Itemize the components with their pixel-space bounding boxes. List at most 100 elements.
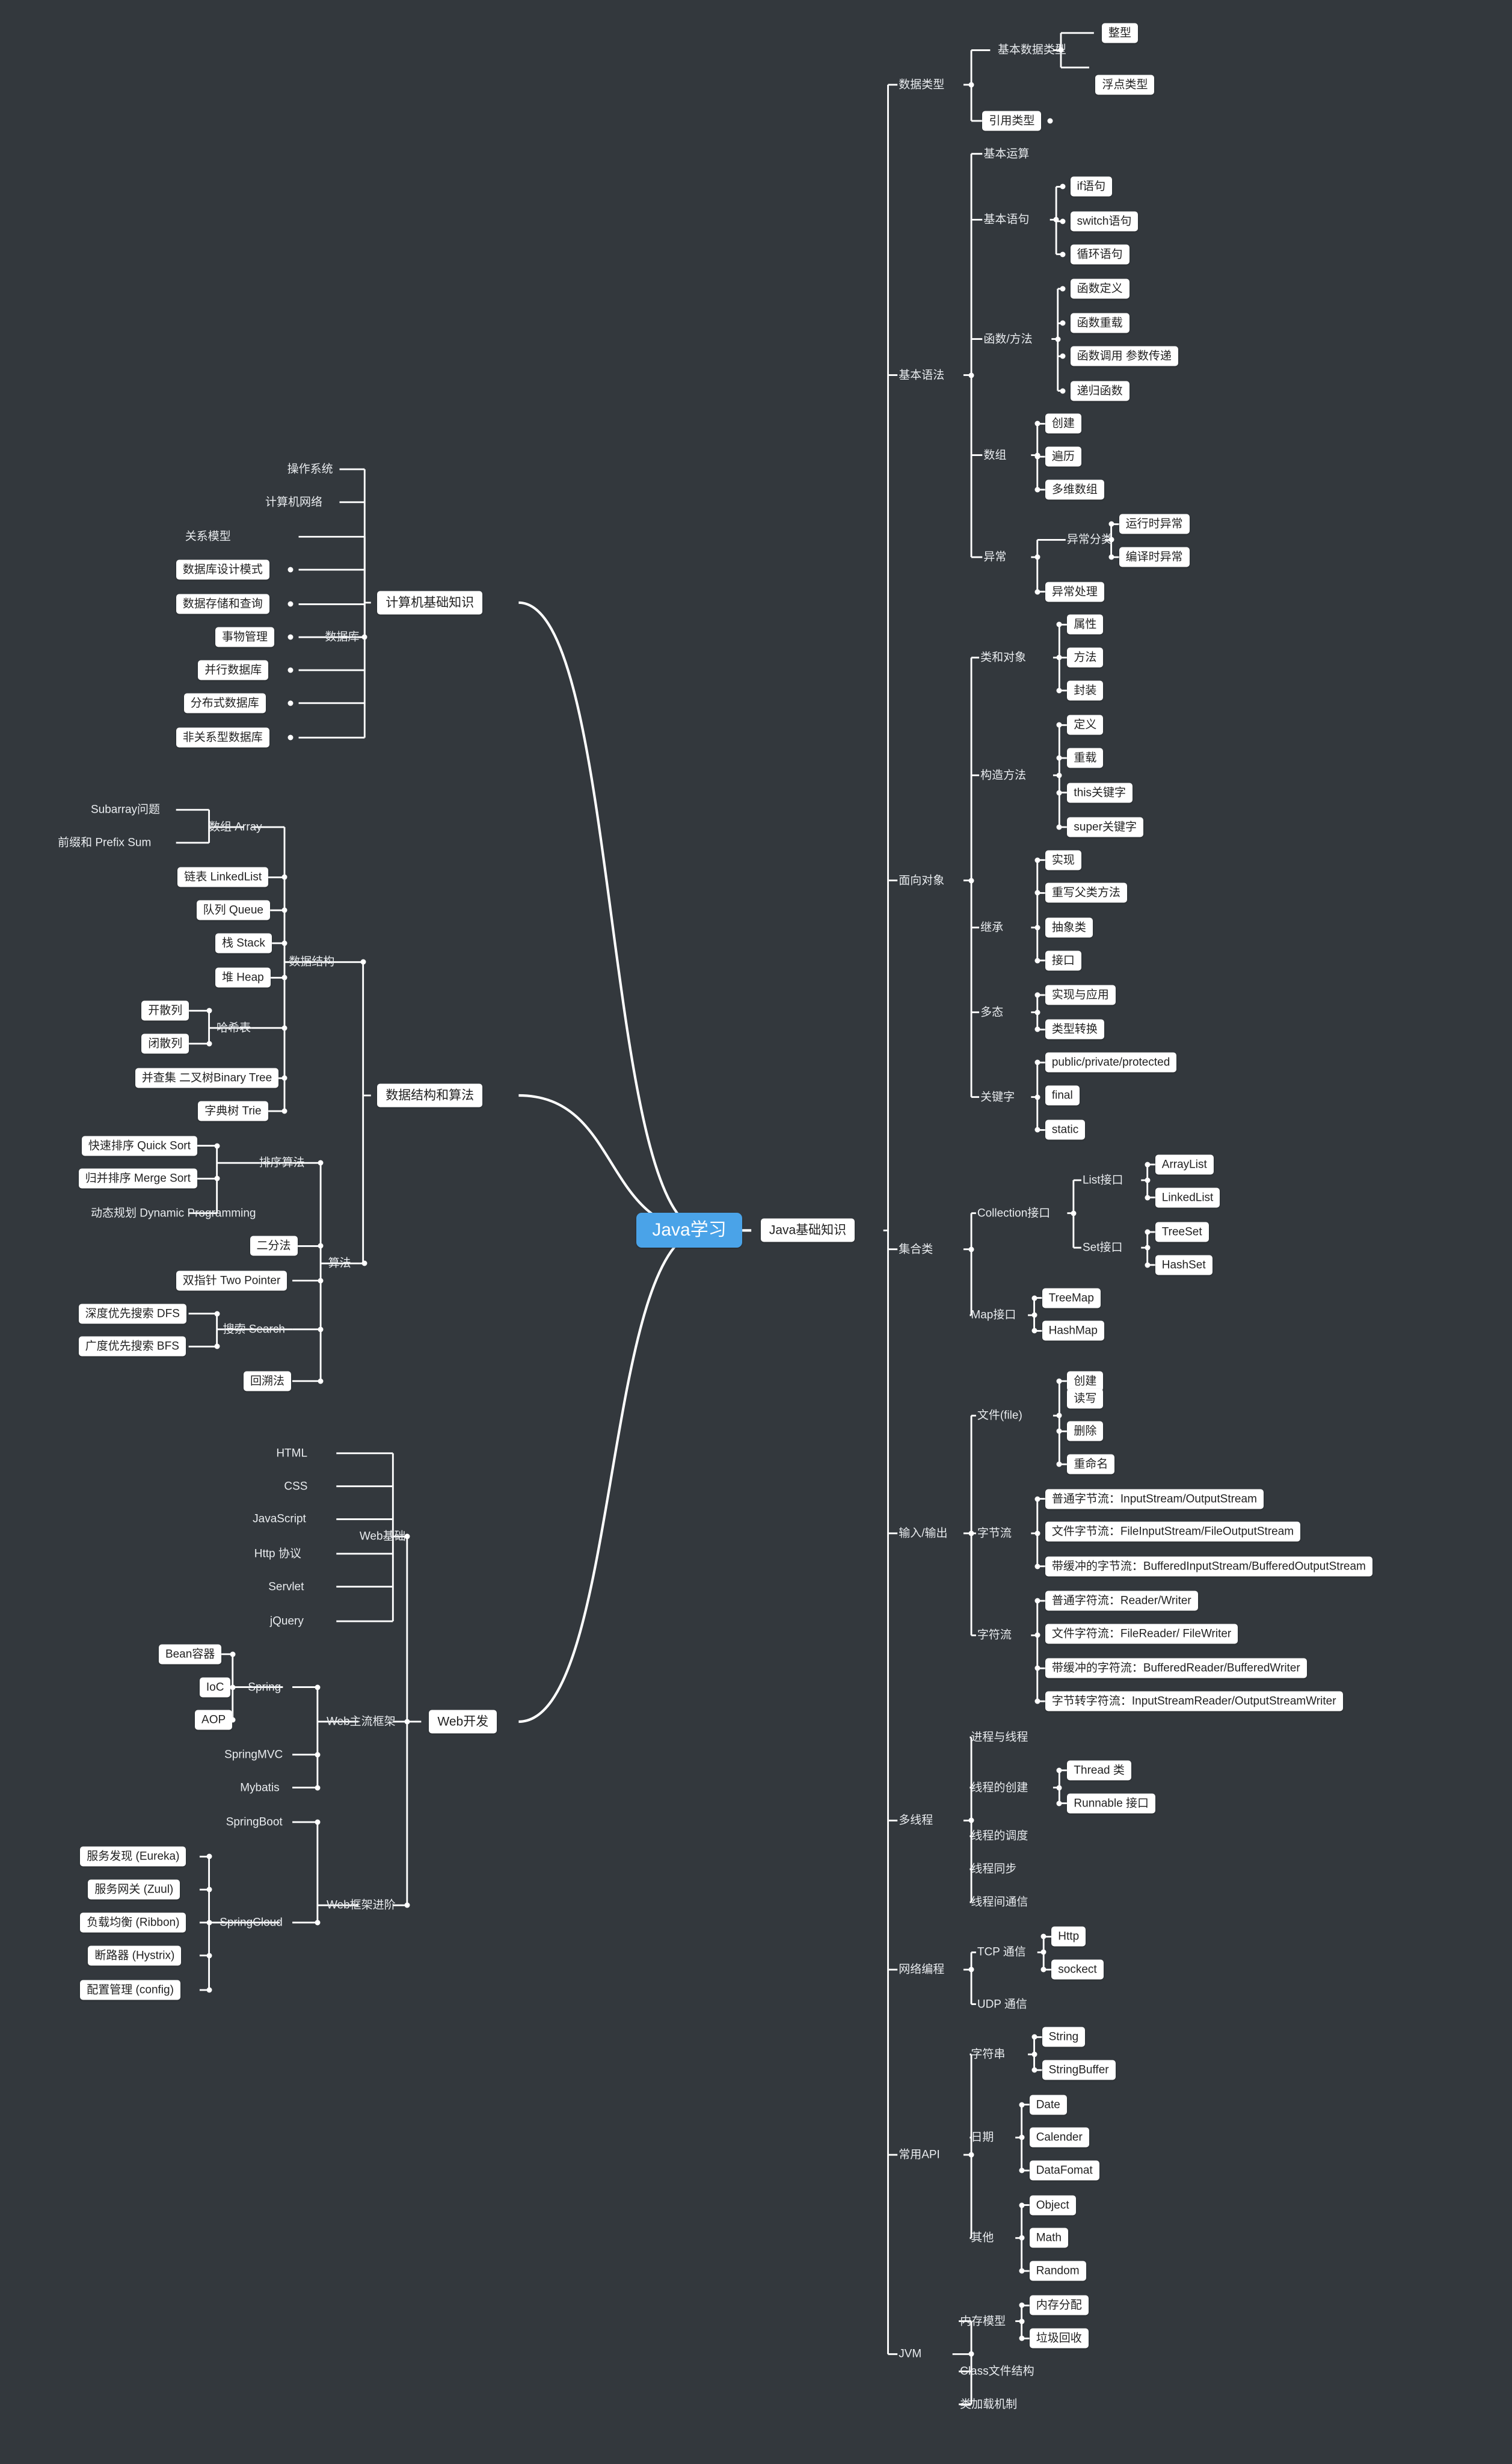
mindmap-node[interactable]: 快速排序 Quick Sort bbox=[81, 1136, 197, 1156]
mindmap-node[interactable]: Collection接口 bbox=[976, 1205, 1051, 1221]
mindmap-node[interactable]: Random bbox=[1029, 2261, 1086, 2281]
mindmap-node[interactable]: 前缀和 Prefix Sum bbox=[57, 834, 152, 851]
mindmap-node[interactable]: Object bbox=[1029, 2195, 1076, 2216]
mindmap-node[interactable]: 异常 bbox=[982, 549, 1007, 565]
mindmap-node[interactable]: 带缓冲的字节流：BufferedInputStream/BufferedOutp… bbox=[1045, 1556, 1372, 1577]
mindmap-node[interactable]: 配置管理 (config) bbox=[80, 1980, 180, 2000]
mindmap-node[interactable]: Date bbox=[1029, 2095, 1067, 2115]
mindmap-node[interactable]: 创建 bbox=[1045, 413, 1081, 434]
mindmap-node[interactable]: 二分法 bbox=[250, 1236, 298, 1256]
mindmap-node[interactable]: 排序算法 bbox=[258, 1155, 306, 1171]
mindmap-node[interactable]: 方法 bbox=[1067, 647, 1104, 668]
mindmap-node[interactable]: 动态规划 Dynamic Programming bbox=[90, 1205, 257, 1221]
mindmap-node[interactable]: 算法 bbox=[327, 1255, 352, 1272]
mindmap-node[interactable]: 读写 bbox=[1067, 1388, 1104, 1409]
mindmap-node[interactable]: 链表 LinkedList bbox=[177, 867, 269, 887]
mindmap-node[interactable]: 函数/方法 bbox=[982, 331, 1033, 347]
mindmap-node[interactable]: 垃圾回收 bbox=[1029, 2328, 1089, 2348]
mindmap-node[interactable]: 开散列 bbox=[141, 1000, 189, 1021]
mindmap-node[interactable]: super关键字 bbox=[1067, 817, 1143, 837]
mindmap-node[interactable]: 抽象类 bbox=[1045, 917, 1093, 938]
mindmap-node[interactable]: Java基础知识 bbox=[760, 1218, 855, 1242]
mindmap-node[interactable]: 广度优先搜索 BFS bbox=[78, 1336, 186, 1357]
mindmap-node[interactable]: JavaScript bbox=[251, 1511, 307, 1527]
mindmap-node[interactable]: Runnable 接口 bbox=[1067, 1793, 1156, 1814]
mindmap-node[interactable]: 实现 bbox=[1045, 850, 1081, 870]
mindmap-node[interactable]: Java学习 bbox=[636, 1213, 742, 1248]
mindmap-node[interactable]: Web基础 bbox=[358, 1529, 407, 1545]
mindmap-node[interactable]: HTML bbox=[275, 1445, 309, 1461]
mindmap-node[interactable]: if语句 bbox=[1070, 176, 1113, 197]
mindmap-node[interactable]: 服务发现 (Eureka) bbox=[80, 1846, 186, 1867]
mindmap-node[interactable]: 非关系型数据库 bbox=[176, 727, 269, 748]
mindmap-node[interactable]: 继承 bbox=[979, 919, 1004, 935]
mindmap-node[interactable]: jQuery bbox=[269, 1613, 305, 1630]
mindmap-node[interactable]: 函数调用 参数传递 bbox=[1070, 346, 1178, 366]
mindmap-node[interactable]: 基本运算 bbox=[982, 146, 1030, 162]
mindmap-node[interactable]: Bean容器 bbox=[158, 1644, 222, 1665]
mindmap-node[interactable]: 定义 bbox=[1067, 715, 1104, 735]
mindmap-node[interactable]: 函数重载 bbox=[1070, 313, 1129, 333]
mindmap-node[interactable]: 数据存储和查询 bbox=[176, 594, 269, 614]
mindmap-node[interactable]: SpringMVC bbox=[223, 1746, 284, 1763]
mindmap-node[interactable]: 线程的创建 bbox=[970, 1779, 1029, 1796]
mindmap-node[interactable]: 面向对象 bbox=[897, 872, 945, 889]
mindmap-node[interactable]: SpringCloud bbox=[218, 1914, 284, 1930]
mindmap-node[interactable]: 并查集 二叉树Binary Tree bbox=[135, 1068, 279, 1088]
mindmap-node[interactable]: 函数定义 bbox=[1070, 279, 1129, 299]
mindmap-node[interactable]: 输入/输出 bbox=[897, 1525, 948, 1541]
mindmap-node[interactable]: 队列 Queue bbox=[196, 900, 270, 920]
mindmap-node[interactable]: 字符流 bbox=[976, 1627, 1013, 1643]
mindmap-node[interactable]: JVM bbox=[897, 2346, 923, 2362]
mindmap-node[interactable]: 数据结构 bbox=[287, 954, 336, 970]
mindmap-node[interactable]: Calender bbox=[1029, 2127, 1089, 2148]
mindmap-node[interactable]: Http bbox=[1051, 1926, 1086, 1947]
mindmap-node[interactable]: 线程同步 bbox=[970, 1861, 1018, 1877]
mindmap-node[interactable]: 构造方法 bbox=[979, 767, 1027, 783]
mindmap-node[interactable]: 数据类型 bbox=[897, 76, 945, 93]
mindmap-node[interactable]: 字符串 bbox=[970, 2047, 1006, 2063]
mindmap-node[interactable]: 字节流 bbox=[976, 1525, 1013, 1541]
mindmap-node[interactable]: 计算机基础知识 bbox=[377, 591, 483, 615]
mindmap-node[interactable]: 双指针 Two Pointer bbox=[176, 1270, 287, 1291]
mindmap-node[interactable]: 重写父类方法 bbox=[1045, 882, 1127, 903]
mindmap-node[interactable]: 普通字符流：Reader/Writer bbox=[1045, 1591, 1198, 1611]
mindmap-node[interactable]: 搜索 Search bbox=[221, 1321, 286, 1337]
mindmap-node[interactable]: 实现与应用 bbox=[1045, 985, 1116, 1005]
mindmap-node[interactable]: static bbox=[1045, 1120, 1086, 1140]
mindmap-node[interactable]: 基本语句 bbox=[982, 212, 1030, 228]
mindmap-node[interactable]: 接口 bbox=[1045, 950, 1081, 971]
mindmap-node[interactable]: Http 协议 bbox=[253, 1545, 303, 1562]
mindmap-node[interactable]: 哈希表 bbox=[215, 1020, 252, 1036]
mindmap-node[interactable]: 文件(file) bbox=[976, 1408, 1024, 1424]
mindmap-node[interactable]: 栈 Stack bbox=[215, 933, 272, 953]
mindmap-node[interactable]: 字典树 Trie bbox=[198, 1101, 268, 1121]
mindmap-node[interactable]: 文件字符流：FileReader/ FileWriter bbox=[1045, 1624, 1238, 1644]
mindmap-node[interactable]: 异常处理 bbox=[1045, 582, 1104, 602]
mindmap-node[interactable]: 分布式数据库 bbox=[183, 693, 266, 713]
mindmap-node[interactable]: Class文件结构 bbox=[959, 2364, 1036, 2380]
mindmap-node[interactable]: HashSet bbox=[1155, 1255, 1212, 1275]
mindmap-node[interactable]: IoC bbox=[199, 1677, 231, 1698]
mindmap-node[interactable]: ArrayList bbox=[1155, 1154, 1214, 1175]
mindmap-node[interactable]: 深度优先搜索 DFS bbox=[78, 1304, 186, 1324]
mindmap-node[interactable]: TCP 通信 bbox=[976, 1944, 1027, 1960]
mindmap-node[interactable]: 基本语法 bbox=[897, 367, 945, 383]
mindmap-node[interactable]: 重命名 bbox=[1067, 1454, 1115, 1474]
mindmap-node[interactable]: 类和对象 bbox=[979, 650, 1027, 666]
mindmap-node[interactable]: 字节转字符流：InputStreamReader/OutputStreamWri… bbox=[1045, 1691, 1343, 1711]
mindmap-node[interactable]: 数组 bbox=[982, 447, 1007, 463]
mindmap-node[interactable]: Servlet bbox=[267, 1578, 305, 1595]
mindmap-node[interactable]: AOP bbox=[195, 1710, 233, 1730]
mindmap-node[interactable]: 断路器 (Hystrix) bbox=[88, 1945, 182, 1966]
mindmap-node[interactable]: LinkedList bbox=[1155, 1187, 1220, 1208]
mindmap-node[interactable]: String bbox=[1042, 2027, 1086, 2047]
mindmap-node[interactable]: 带缓冲的字符流：BufferedReader/BufferedWriter bbox=[1045, 1658, 1307, 1678]
mindmap-node[interactable]: 多维数组 bbox=[1045, 479, 1104, 500]
mindmap-node[interactable]: this关键字 bbox=[1067, 783, 1132, 802]
mindmap-node[interactable]: 关系模型 bbox=[184, 529, 232, 545]
mindmap-node[interactable]: 闭散列 bbox=[141, 1033, 189, 1054]
mindmap-node[interactable]: 内存分配 bbox=[1029, 2295, 1089, 2315]
mindmap-node[interactable]: 数据结构和算法 bbox=[377, 1083, 483, 1107]
mindmap-node[interactable]: 进程与线程 bbox=[970, 1729, 1029, 1746]
